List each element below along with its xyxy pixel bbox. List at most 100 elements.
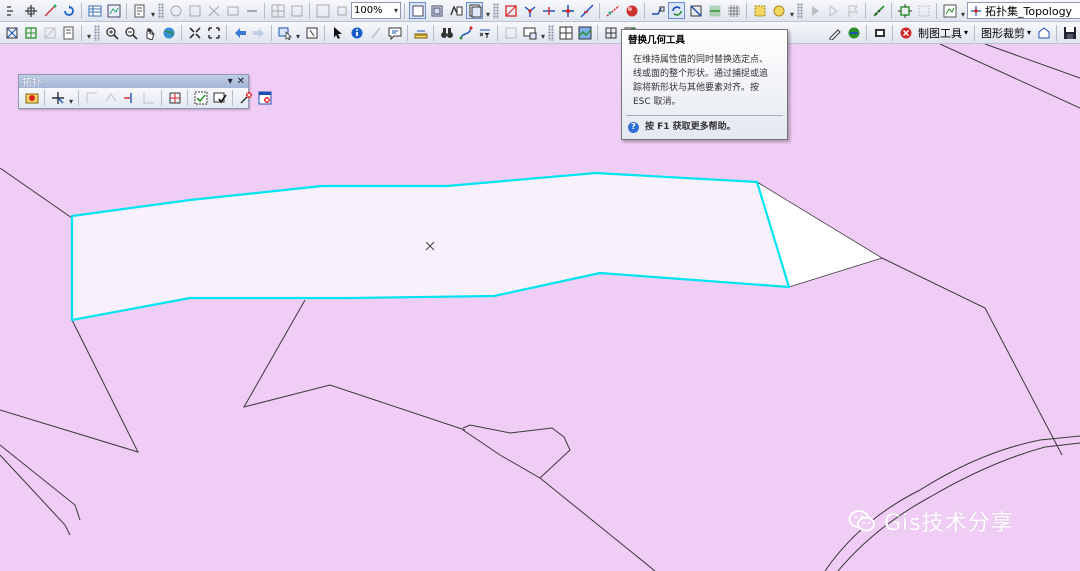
layout-icon-2[interactable] <box>288 2 305 19</box>
layout-icon-1[interactable] <box>269 2 286 19</box>
replace-geometry-tool-icon[interactable] <box>668 2 685 19</box>
previous-extent-icon[interactable] <box>231 24 248 41</box>
fixed-zoom-out-icon[interactable] <box>205 24 222 41</box>
full-extent-globe-icon[interactable] <box>160 24 177 41</box>
zoom-combo[interactable]: 100% ▾ <box>351 2 401 19</box>
find-route-icon[interactable] <box>457 24 474 41</box>
toolbar-overflow-icon[interactable]: ▾ <box>294 25 302 41</box>
measure-tool-icon[interactable] <box>412 24 429 41</box>
polygon-tool-icon[interactable] <box>41 24 58 41</box>
html-popup-icon[interactable] <box>386 24 403 41</box>
globe-icon[interactable] <box>623 2 640 19</box>
pan-center-icon[interactable] <box>22 2 39 19</box>
find-binoculars-icon[interactable] <box>438 24 455 41</box>
zoom-out-icon[interactable] <box>122 24 139 41</box>
merge-features-icon[interactable] <box>687 2 704 19</box>
clear-selection-icon[interactable] <box>303 24 320 41</box>
route-icon[interactable] <box>825 2 842 19</box>
topology-edit-tool-icon[interactable] <box>502 2 519 19</box>
hyperlink-icon[interactable] <box>367 24 384 41</box>
map-canvas[interactable] <box>0 44 1080 571</box>
arcgis-online-icon[interactable] <box>845 24 862 41</box>
map-view[interactable] <box>0 44 1080 571</box>
edit-sketch-icon[interactable] <box>826 24 843 41</box>
time-slider-icon[interactable] <box>502 24 519 41</box>
focus-frame-icon[interactable] <box>428 2 445 19</box>
play-icon[interactable] <box>806 2 823 19</box>
cartography-tools-menu[interactable]: 制图工具 ▾ <box>915 25 971 41</box>
toolbar-overflow-icon[interactable]: ▾ <box>788 3 796 19</box>
validate-topology-in-extent-icon[interactable] <box>192 90 209 107</box>
topology-toolbar-titlebar[interactable]: 拓扑 ▾ ✕ <box>19 75 248 89</box>
save-icon[interactable] <box>1061 24 1078 41</box>
node-edit-icon[interactable] <box>3 24 20 41</box>
generalize-icon[interactable] <box>604 2 621 19</box>
go-to-xy-icon[interactable] <box>476 24 493 41</box>
graphic-clip-menu[interactable]: 图形裁剪 ▾ <box>978 25 1034 41</box>
show-shared-features-icon[interactable] <box>521 2 538 19</box>
layout-zoom-out-icon[interactable] <box>333 2 350 19</box>
next-extent-icon[interactable] <box>250 24 267 41</box>
toggle-draft-mode-icon[interactable] <box>409 2 426 19</box>
construct-features-icon[interactable] <box>559 2 576 19</box>
validate-topology-icon[interactable] <box>751 2 768 19</box>
validate-extent-icon[interactable] <box>770 2 787 19</box>
error-inspector-check-icon[interactable] <box>211 90 228 107</box>
toolbar-options-icon[interactable]: ▾ <box>228 76 233 87</box>
raster-layer-icon[interactable] <box>576 24 593 41</box>
toolbar-overflow-icon[interactable]: ▾ <box>85 25 93 41</box>
home-shape-icon[interactable] <box>1035 24 1052 41</box>
fix-topology-error-icon[interactable] <box>649 2 666 19</box>
change-layout-icon[interactable] <box>447 2 464 19</box>
close-icon[interactable]: ✕ <box>237 76 245 87</box>
editor-menu-icon[interactable] <box>131 2 148 19</box>
modify-edge-icon[interactable] <box>140 90 157 107</box>
create-viewer-window-icon[interactable] <box>521 24 538 41</box>
advanced-edit-icon-3[interactable] <box>205 2 222 19</box>
snap-icon[interactable] <box>3 2 20 19</box>
layer-manager-icon[interactable] <box>871 24 888 41</box>
map-topology-icon[interactable] <box>23 90 40 107</box>
fix-error-tool-icon[interactable] <box>237 90 254 107</box>
georeference-fit-icon[interactable] <box>915 2 932 19</box>
layout-zoom-in-icon[interactable] <box>314 2 331 19</box>
reshape-edge-tool-icon[interactable] <box>102 90 119 107</box>
identify-icon[interactable] <box>348 24 365 41</box>
pan-hand-icon[interactable] <box>141 24 158 41</box>
grid-icon[interactable] <box>725 2 742 19</box>
select-elements-arrow-icon[interactable] <box>329 24 346 41</box>
georeference-icon[interactable] <box>896 2 913 19</box>
topology-edit-icon[interactable] <box>49 90 66 107</box>
toolbar-overflow-icon[interactable]: ▾ <box>149 3 157 19</box>
toolbar-overflow-icon[interactable]: ▾ <box>959 3 967 19</box>
align-edge-icon[interactable] <box>121 90 138 107</box>
sketch-properties-icon[interactable] <box>105 2 122 19</box>
flag-icon[interactable] <box>844 2 861 19</box>
table-grid-icon[interactable] <box>557 24 574 41</box>
chevron-down-icon[interactable]: ▾ <box>67 90 75 106</box>
stop-icon[interactable] <box>897 24 914 41</box>
advanced-edit-icon-5[interactable] <box>243 2 260 19</box>
edit-vertex-icon[interactable] <box>41 2 58 19</box>
edit-attributes-icon[interactable] <box>60 24 77 41</box>
construct-faces-icon[interactable] <box>166 90 183 107</box>
select-features-icon[interactable] <box>276 24 293 41</box>
error-inspector-icon[interactable] <box>256 90 273 107</box>
grid-select-icon[interactable] <box>22 24 39 41</box>
topology-layer-icon[interactable] <box>941 2 958 19</box>
shared-edge-icon[interactable] <box>83 90 100 107</box>
polygon-grid-icon[interactable] <box>602 24 619 41</box>
attribute-table-icon[interactable] <box>86 2 103 19</box>
zoom-in-icon[interactable] <box>103 24 120 41</box>
topology-toolbar[interactable]: 拓扑 ▾ ✕ ▾ <box>18 74 271 109</box>
rotate-icon[interactable] <box>60 2 77 19</box>
topology-selector-combo[interactable]: 拓扑集_Topology ▾ <box>967 2 1080 19</box>
reshape-edge-icon[interactable] <box>578 2 595 19</box>
toolbar-overflow-icon[interactable]: ▾ <box>484 3 492 19</box>
data-driven-pages-icon[interactable] <box>466 2 483 19</box>
cut-polygons-icon[interactable] <box>706 2 723 19</box>
toolbar-overflow-icon[interactable]: ▾ <box>539 25 547 41</box>
advanced-edit-icon-1[interactable] <box>167 2 184 19</box>
advanced-edit-icon-4[interactable] <box>224 2 241 19</box>
fixed-zoom-in-icon[interactable] <box>186 24 203 41</box>
